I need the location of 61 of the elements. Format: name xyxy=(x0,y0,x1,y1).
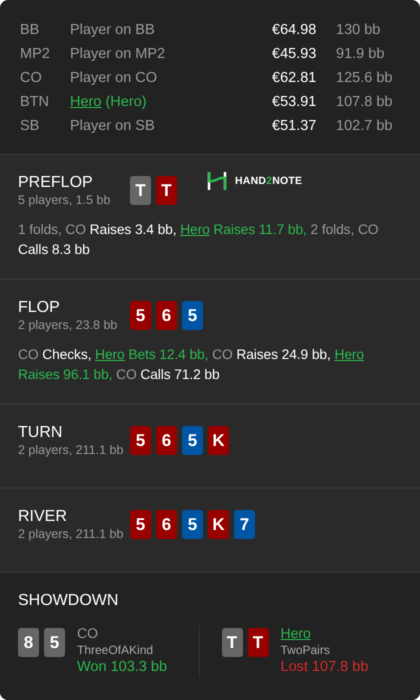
stack-bb: 107.8 bb xyxy=(336,94,394,110)
player-link[interactable]: Hero xyxy=(95,347,125,362)
action-sequence: 1 folds, CO Raises 3.4 bb, Hero Raises 11.7 bb, 2 folds, CO Calls 8.3 bb xyxy=(18,221,380,259)
playing-card: 5 xyxy=(130,301,151,330)
stack-amount: €64.98 xyxy=(272,22,318,38)
player-name: Player on SB xyxy=(70,118,156,134)
playing-card: 8 xyxy=(18,628,39,657)
playing-card: 5 xyxy=(130,426,151,455)
stack-bb: 125.6 bb xyxy=(336,70,394,86)
playing-card: T xyxy=(248,628,268,657)
player-link[interactable]: Hero xyxy=(280,625,311,641)
street-info: 2 players, 211.1 bb xyxy=(18,443,124,458)
stack-amount: €45.93 xyxy=(272,46,318,62)
playing-card: K xyxy=(208,426,229,455)
playing-card: 7 xyxy=(234,510,255,539)
playing-card: 6 xyxy=(156,510,177,539)
playing-card: 6 xyxy=(156,426,177,455)
player-link[interactable]: Hero xyxy=(334,347,364,362)
street-title: FLOP xyxy=(18,298,61,318)
hand-combination: TwoPairs xyxy=(280,642,331,658)
stack-bb: 130 bb xyxy=(336,22,382,38)
playing-card: K xyxy=(208,510,229,539)
playing-card: 5 xyxy=(182,510,203,539)
player-link[interactable]: Hero xyxy=(70,94,102,110)
stack-bb: 91.9 bb xyxy=(336,46,386,62)
position-label: CO xyxy=(20,70,43,86)
stack-bb: 102.7 bb xyxy=(336,118,394,134)
playing-card: 6 xyxy=(156,301,177,330)
position-label: SB xyxy=(20,118,40,134)
stack-amount: €53.91 xyxy=(272,94,318,110)
street-title: TURN xyxy=(18,423,64,443)
street-info: 2 players, 23.8 bb xyxy=(18,318,118,333)
hand-combination: ThreeOfAKind xyxy=(77,642,154,658)
player-name: Player on CO xyxy=(70,70,158,86)
position-label: BB xyxy=(20,22,40,38)
logo-icon xyxy=(207,171,227,191)
stack-amount: €51.37 xyxy=(272,118,318,134)
player-link[interactable]: Hero xyxy=(180,222,210,237)
player-name: CO xyxy=(77,625,99,642)
player-name: Player on MP2 xyxy=(70,46,166,62)
playing-card: 5 xyxy=(182,426,203,455)
playing-card: 5 xyxy=(182,301,203,330)
position-label: BTN xyxy=(20,94,50,110)
street-title: RIVER xyxy=(18,507,68,527)
brand-logo: HAND2NOTE xyxy=(235,175,302,187)
position-label: MP2 xyxy=(20,46,51,62)
playing-card: T xyxy=(130,176,151,205)
hand-result: Lost 107.8 bb xyxy=(280,658,368,676)
playing-card: T xyxy=(156,176,177,205)
street-info: 2 players, 211.1 bb xyxy=(18,527,124,542)
street-info: 5 players, 1.5 bb xyxy=(18,193,112,208)
playing-card: 5 xyxy=(44,628,65,657)
section-title: SHOWDOWN xyxy=(18,591,120,611)
action-sequence: CO Checks, Hero Bets 12.4 bb, CO Raises 24.9 bb, Hero Raises 96.1 bb, CO Calls 71.2 bb xyxy=(18,346,365,384)
player-name: Player on BB xyxy=(70,22,156,38)
playing-card: T xyxy=(222,628,242,657)
hand-result: Won 103.3 bb xyxy=(77,658,168,676)
playing-card: 5 xyxy=(130,510,151,539)
stack-amount: €62.81 xyxy=(272,70,318,86)
player-tag: (Hero) xyxy=(105,94,147,110)
street-title: PREFLOP xyxy=(18,173,94,193)
